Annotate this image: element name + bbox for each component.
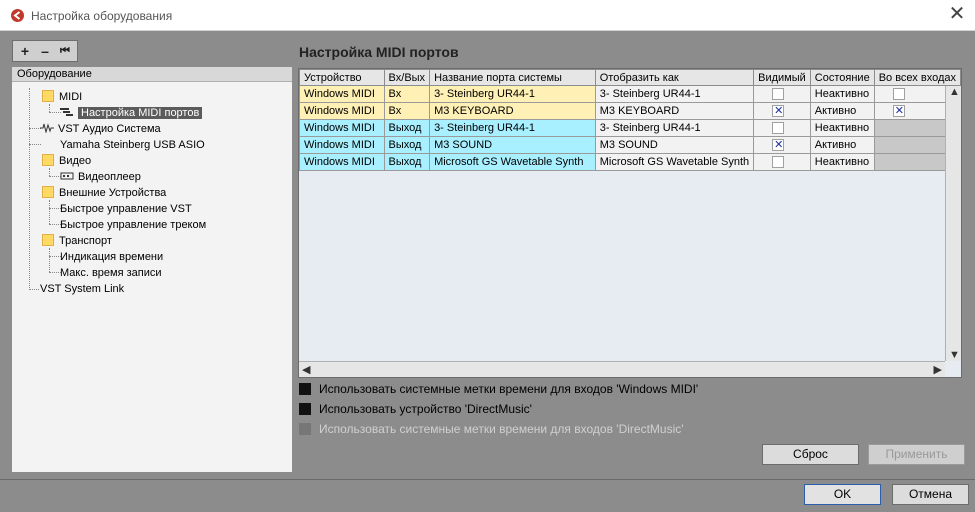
tree-toolbar: + – ⏮ [12, 40, 78, 62]
cell-display[interactable]: M3 KEYBOARD [594, 102, 755, 120]
cell-direction: Вх [383, 85, 431, 103]
option-checkbox[interactable] [299, 403, 311, 415]
cell-port: Microsoft GS Wavetable Synth [429, 153, 596, 171]
col-state[interactable]: Состояние [809, 69, 875, 86]
tree-item-asio[interactable]: Yamaha Steinberg USB ASIO [60, 137, 205, 153]
option-use-directmusic[interactable]: Использовать устройство 'DirectMusic' [299, 401, 532, 417]
vertical-scrollbar[interactable]: ▲ ▼ [945, 86, 961, 361]
cell-display[interactable]: 3- Steinberg UR44-1 [594, 85, 755, 103]
cell-display[interactable]: 3- Steinberg UR44-1 [594, 119, 755, 137]
visible-checkbox[interactable] [772, 87, 785, 100]
scroll-up-icon[interactable]: ▲ [949, 86, 960, 98]
scroll-left-icon[interactable]: ◀ [302, 363, 310, 376]
option-directmusic-timestamps: Использовать системные метки времени для… [299, 421, 684, 437]
cell-port: 3- Steinberg UR44-1 [429, 85, 596, 103]
cell-state: Неактивно [809, 85, 875, 103]
folder-icon [42, 234, 54, 246]
tree-item-external[interactable]: Внешние Устройства [42, 185, 166, 201]
cell-direction: Выход [383, 119, 431, 137]
cell-device: Windows MIDI [299, 119, 385, 137]
cell-state: Неактивно [809, 119, 875, 137]
folder-icon [42, 154, 54, 166]
tree-item-transport[interactable]: Транспорт [42, 233, 112, 249]
cell-port: 3- Steinberg UR44-1 [429, 119, 596, 137]
cell-direction: Выход [383, 136, 431, 154]
cell-visible [753, 119, 811, 137]
col-port-name[interactable]: Название порта системы [429, 69, 596, 86]
col-display-as[interactable]: Отобразить как [594, 69, 755, 86]
tree-item-video-player[interactable]: Видеоплеер [60, 169, 141, 185]
cell-device: Windows MIDI [299, 136, 385, 154]
tree-item-quick-vst[interactable]: Быстрое управление VST [60, 201, 192, 217]
tree-item-midi[interactable]: MIDI [42, 89, 82, 105]
col-device[interactable]: Устройство [299, 69, 385, 86]
scroll-down-icon[interactable]: ▼ [949, 349, 960, 361]
folder-icon [42, 90, 54, 102]
ok-button[interactable]: OK [804, 484, 881, 505]
audio-wave-icon [40, 123, 54, 133]
cell-port: M3 SOUND [429, 136, 596, 154]
cell-device: Windows MIDI [299, 85, 385, 103]
add-button[interactable]: + [15, 42, 35, 60]
col-all-inputs[interactable]: Во всех входах [873, 69, 962, 86]
cell-port: M3 KEYBOARD [429, 102, 596, 120]
cell-visible [753, 136, 811, 154]
cell-direction: Выход [383, 153, 431, 171]
option-windows-midi-timestamps[interactable]: Использовать системные метки времени для… [299, 381, 698, 397]
tree-item-max-record[interactable]: Макс. время записи [60, 265, 162, 281]
tree-item-midi-ports[interactable]: Настройка MIDI портов [60, 105, 203, 121]
col-visible[interactable]: Видимый [753, 69, 811, 86]
option-checkbox[interactable] [299, 383, 311, 395]
title-bar: Настройка оборудования ✕ [0, 0, 975, 31]
close-icon[interactable]: ✕ [945, 4, 969, 26]
apply-button[interactable]: Применить [868, 444, 965, 465]
cell-visible [753, 102, 811, 120]
option-checkbox [299, 423, 311, 435]
scroll-right-icon[interactable]: ▶ [934, 363, 942, 376]
table-row[interactable]: Windows MIDI Вх M3 KEYBOARD M3 KEYBOARD … [299, 102, 962, 120]
tree-item-system-link[interactable]: VST System Link [40, 281, 124, 297]
window-title: Настройка оборудования [31, 9, 173, 23]
all-inputs-checkbox[interactable] [892, 104, 905, 117]
table-row[interactable]: Windows MIDI Вх 3- Steinberg UR44-1 3- S… [299, 85, 962, 103]
tree-header: Оборудование [12, 67, 292, 82]
footer-divider [0, 479, 975, 480]
cell-visible [753, 85, 811, 103]
cell-visible [753, 153, 811, 171]
folder-icon [42, 186, 54, 198]
visible-checkbox[interactable] [772, 121, 785, 134]
ports-table: Устройство Вх/Вых Название порта системы… [298, 68, 962, 378]
col-direction[interactable]: Вх/Вых [383, 69, 431, 86]
cell-direction: Вх [383, 102, 431, 120]
tree-item-time-display[interactable]: Индикация времени [60, 249, 163, 265]
reset-button[interactable]: ⏮ [55, 42, 75, 60]
cancel-button[interactable]: Отмена [892, 484, 969, 505]
cell-state: Активно [809, 102, 875, 120]
table-row[interactable]: Windows MIDI Выход Microsoft GS Wavetabl… [299, 153, 962, 171]
cell-state: Активно [809, 136, 875, 154]
visible-checkbox[interactable] [772, 104, 785, 117]
cubase-logo-icon [11, 9, 24, 22]
all-inputs-checkbox[interactable] [892, 87, 905, 100]
table-row[interactable]: Windows MIDI Выход 3- Steinberg UR44-1 3… [299, 119, 962, 137]
tree-item-video[interactable]: Видео [42, 153, 91, 169]
horizontal-scrollbar[interactable]: ◀ ▶ [299, 361, 945, 377]
visible-checkbox[interactable] [772, 138, 785, 151]
reset-button[interactable]: Сброс [762, 444, 859, 465]
table-row[interactable]: Windows MIDI Выход M3 SOUND M3 SOUND Акт… [299, 136, 962, 154]
cell-device: Windows MIDI [299, 102, 385, 120]
midi-ports-icon [60, 108, 73, 116]
visible-checkbox[interactable] [772, 155, 785, 168]
tree-item-quick-track[interactable]: Быстрое управление треком [60, 217, 206, 233]
page-title: Настройка MIDI портов [299, 44, 459, 60]
device-tree: MIDI Настройка MIDI портов VST Аудио Сис… [12, 82, 292, 472]
cell-display[interactable]: M3 SOUND [594, 136, 755, 154]
tree-item-vst-audio[interactable]: VST Аудио Система [40, 121, 161, 137]
cell-device: Windows MIDI [299, 153, 385, 171]
remove-button[interactable]: – [35, 42, 55, 60]
cell-display[interactable]: Microsoft GS Wavetable Synth [594, 153, 755, 171]
film-icon [60, 172, 74, 180]
cell-state: Неактивно [809, 153, 875, 171]
